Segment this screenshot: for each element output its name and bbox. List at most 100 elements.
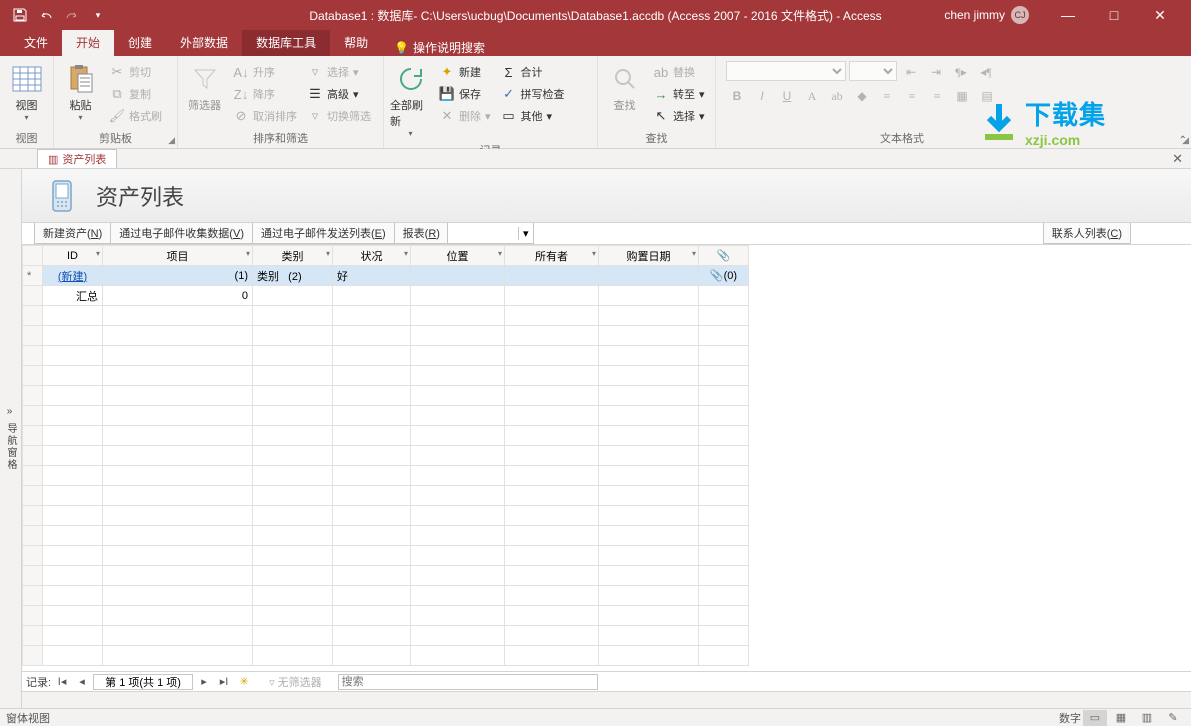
- filter-status: ▿ 无筛选器: [269, 674, 322, 690]
- record-navigator: 记录: I◂ ◂ ▸ ▸I ✳ ▿ 无筛选器: [22, 671, 1191, 691]
- selection-button: ▿选择 ▾: [303, 61, 375, 83]
- col-category[interactable]: 类别▾: [253, 246, 333, 266]
- reports-combo[interactable]: ▾: [447, 223, 534, 244]
- tab-help[interactable]: 帮助: [330, 29, 382, 56]
- close-button[interactable]: ✕: [1137, 1, 1183, 29]
- arrow-right-icon: →: [653, 86, 669, 102]
- reports-input[interactable]: [448, 224, 518, 242]
- horizontal-scrollbar[interactable]: [22, 691, 1191, 708]
- align-left-button: ≡: [876, 85, 898, 107]
- advanced-button[interactable]: ☰高级 ▾: [303, 83, 375, 105]
- new-record-row[interactable]: * (新建) (1) 类别 (2) 好 📎(0): [23, 266, 749, 286]
- search-input[interactable]: [338, 674, 598, 690]
- save-icon[interactable]: [8, 3, 32, 27]
- fill-color-button: ◆: [851, 85, 873, 107]
- datasheet-view-button[interactable]: ▦: [1109, 710, 1133, 726]
- tab-database-tools[interactable]: 数据库工具: [242, 29, 330, 56]
- new-record-nav-button[interactable]: ✳: [235, 674, 253, 690]
- format-painter-button: 🖌格式刷: [105, 105, 166, 127]
- font-color-button: A: [801, 85, 823, 107]
- next-record-button[interactable]: ▸: [195, 674, 213, 690]
- totals-button[interactable]: Σ合计: [497, 61, 569, 83]
- tab-create[interactable]: 创建: [114, 29, 166, 56]
- contacts-button[interactable]: 联系人列表(C): [1043, 223, 1131, 244]
- tab-asset-list[interactable]: ▥ 资产列表: [37, 149, 117, 168]
- ascending-button: A↓升序: [229, 61, 301, 83]
- col-condition[interactable]: 状况▾: [333, 246, 411, 266]
- col-attachment[interactable]: 📎: [699, 246, 749, 266]
- select-all-cell[interactable]: [23, 246, 43, 266]
- new-icon: ✦: [439, 64, 455, 80]
- col-location[interactable]: 位置▾: [411, 246, 505, 266]
- collect-email-button[interactable]: 通过电子邮件收集数据(V): [110, 223, 253, 244]
- last-record-button[interactable]: ▸I: [215, 674, 233, 690]
- save-small-icon: 💾: [439, 86, 455, 102]
- download-icon: [977, 100, 1021, 144]
- tab-external-data[interactable]: 外部数据: [166, 29, 242, 56]
- minimize-button[interactable]: —: [1045, 1, 1091, 29]
- form-view-button[interactable]: ▭: [1083, 710, 1107, 726]
- close-doc-icon[interactable]: ✕: [1172, 151, 1183, 167]
- qat-customize-icon[interactable]: ▾: [86, 3, 110, 27]
- phone-icon: [44, 178, 80, 214]
- new-record-button[interactable]: ✦新建: [435, 61, 495, 83]
- select-button[interactable]: ↖选择 ▾: [649, 105, 709, 127]
- collapse-ribbon-icon[interactable]: ⌃: [1179, 135, 1187, 146]
- bold-button: B: [726, 85, 748, 107]
- first-record-button[interactable]: I◂: [53, 674, 71, 690]
- save-record-button[interactable]: 💾保存: [435, 83, 495, 105]
- ltr-icon: ¶▸: [950, 61, 972, 83]
- copy-button: ⧉复制: [105, 83, 166, 105]
- filter-button[interactable]: 筛选器: [182, 61, 227, 115]
- indent-inc-icon: ⇥: [925, 61, 947, 83]
- document-tabs: ▥ 资产列表 ✕: [0, 149, 1191, 169]
- goto-button[interactable]: →转至 ▾: [649, 83, 709, 105]
- funnel-icon: [189, 63, 221, 95]
- font-family-select: [726, 61, 846, 81]
- group-text-label: 文本格式: [720, 128, 1187, 148]
- new-id-link[interactable]: (新建): [58, 271, 87, 283]
- refresh-all-button[interactable]: 全部刷新 ▾: [388, 61, 433, 140]
- new-asset-button[interactable]: 新建资产(N): [34, 223, 111, 244]
- col-owner[interactable]: 所有者▾: [505, 246, 599, 266]
- group-view-label: 视图: [4, 128, 49, 148]
- layout-view-button[interactable]: ▥: [1135, 710, 1159, 726]
- form-header: 资产列表: [22, 169, 1191, 223]
- col-id[interactable]: ID▾: [43, 246, 103, 266]
- form-toolbar: 新建资产(N) 通过电子邮件收集数据(V) 通过电子邮件发送列表(E) 报表(R…: [22, 223, 1191, 245]
- underline-button: U: [776, 85, 798, 107]
- find-button[interactable]: 查找: [602, 61, 647, 115]
- maximize-button[interactable]: □: [1091, 1, 1137, 29]
- nav-pane-toggle[interactable]: » 导航窗格: [0, 169, 22, 708]
- font-size-select: [849, 61, 897, 81]
- send-email-button[interactable]: 通过电子邮件发送列表(E): [252, 223, 395, 244]
- col-acquired[interactable]: 购置日期▾: [599, 246, 699, 266]
- record-position-input[interactable]: [93, 674, 193, 690]
- tab-file[interactable]: 文件: [10, 29, 62, 56]
- paste-button[interactable]: 粘贴 ▾: [58, 61, 103, 124]
- delete-icon: ✕: [439, 108, 455, 124]
- view-button[interactable]: 视图 ▾: [4, 61, 49, 124]
- prev-record-button[interactable]: ◂: [73, 674, 91, 690]
- redo-icon: [60, 3, 84, 27]
- user-avatar[interactable]: CJ: [1011, 6, 1029, 24]
- funnel-small-icon: ▿: [307, 64, 323, 80]
- tab-home[interactable]: 开始: [62, 29, 114, 56]
- cut-button: ✂剪切: [105, 61, 166, 83]
- clear-sort-button: ⊘取消排序: [229, 105, 301, 127]
- sigma-icon: Σ: [501, 64, 517, 80]
- gridlines-button: ▦: [951, 85, 973, 107]
- user-name[interactable]: chen jimmy: [944, 8, 1005, 22]
- col-item[interactable]: 项目▾: [103, 246, 253, 266]
- group-clipboard-label: 剪贴板: [58, 128, 173, 148]
- align-right-button: ≡: [926, 85, 948, 107]
- design-view-button[interactable]: ✎: [1161, 710, 1185, 726]
- undo-icon[interactable]: [34, 3, 58, 27]
- spelling-button[interactable]: ✓拼写检查: [497, 83, 569, 105]
- datasheet[interactable]: ID▾ 项目▾ 类别▾ 状况▾ 位置▾ 所有者▾ 购置日期▾ 📎 * (新建) …: [22, 245, 1191, 671]
- magnifier-icon: [609, 63, 641, 95]
- clipboard-launcher-icon[interactable]: ◢: [168, 135, 175, 146]
- tell-me-search[interactable]: 💡 操作说明搜索: [382, 39, 497, 56]
- more-button[interactable]: ▭其他 ▾: [497, 105, 569, 127]
- reports-label: 报表(R): [394, 223, 448, 244]
